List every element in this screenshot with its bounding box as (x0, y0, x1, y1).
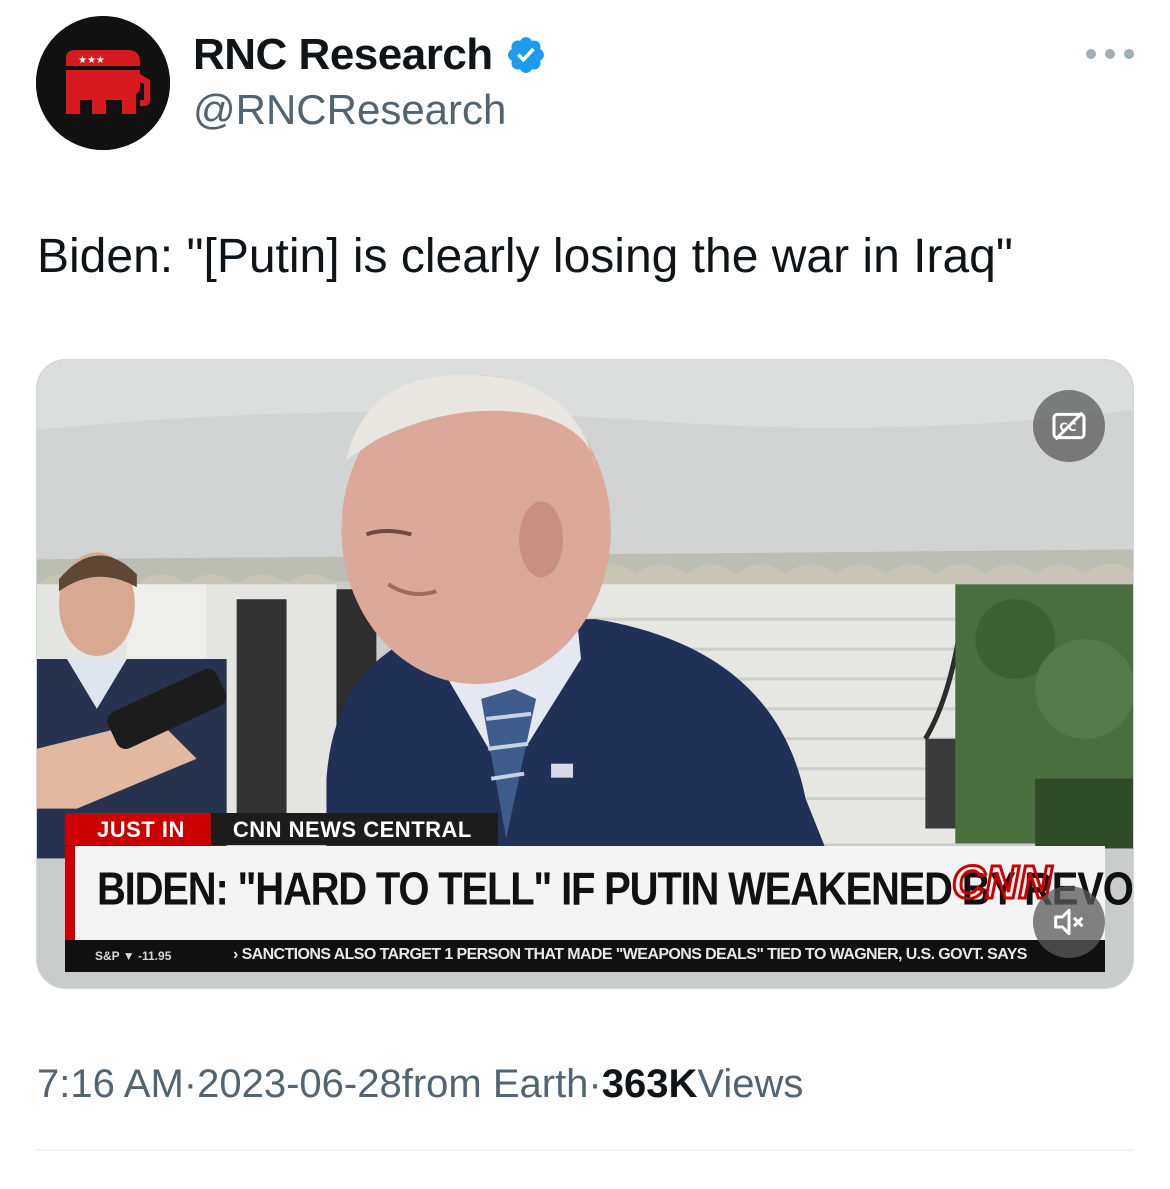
republican-elephant-icon: ★★★ (36, 16, 170, 150)
video-player[interactable]: CC JUST IN CNN NEWS CENTRAL BIDEN: "HARD… (36, 359, 1134, 989)
tweet-metadata: 7:16 AM · 2023-06-28 from Earth · 363K V… (37, 1062, 803, 1107)
views-label: Views (697, 1062, 804, 1106)
tweet: ★★★ RNC Research @RNCResearch Biden: "[P… (0, 0, 1170, 1189)
tweet-date[interactable]: 2023-06-28 (197, 1062, 402, 1107)
author-handle[interactable]: @RNCResearch (193, 86, 506, 134)
divider (36, 1149, 1134, 1151)
author-name-label: RNC Research (193, 30, 493, 79)
chyron-top: JUST IN CNN NEWS CENTRAL (65, 813, 498, 845)
more-options-icon[interactable] (1086, 42, 1134, 66)
separator-2: · (588, 1062, 602, 1106)
closed-captions-off-icon: CC (1052, 411, 1086, 441)
chyron-headline-bar: BIDEN: "HARD TO TELL" IF PUTIN WEAKENED … (65, 846, 1133, 940)
tweet-source: from Earth (401, 1062, 589, 1106)
program-label: CNN NEWS CENTRAL (210, 813, 498, 845)
ticker-text: › SANCTIONS ALSO TARGET 1 PERSON THAT MA… (233, 946, 1027, 963)
muted-speaker-icon (1054, 908, 1084, 936)
author-name[interactable]: RNC Research (193, 30, 547, 80)
mute-button[interactable] (1033, 886, 1105, 958)
separator-1: · (183, 1062, 198, 1106)
news-ticker: S&P ▼ -11.95 › SANCTIONS ALSO TARGET 1 P… (65, 940, 1105, 972)
just-in-badge: JUST IN (65, 813, 211, 845)
tweet-time[interactable]: 7:16 AM (37, 1062, 184, 1107)
views-count[interactable]: 363K (602, 1062, 698, 1107)
captions-button[interactable]: CC (1033, 390, 1105, 462)
tweet-text: Biden: "[Putin] is clearly losing the wa… (37, 230, 1013, 283)
author-avatar[interactable]: ★★★ (36, 16, 170, 150)
svg-text:★★★: ★★★ (78, 55, 105, 66)
ticker-stock: S&P ▼ -11.95 (95, 949, 172, 963)
verified-badge-icon (507, 37, 544, 73)
svg-text:CNN: CNN (952, 856, 1052, 908)
